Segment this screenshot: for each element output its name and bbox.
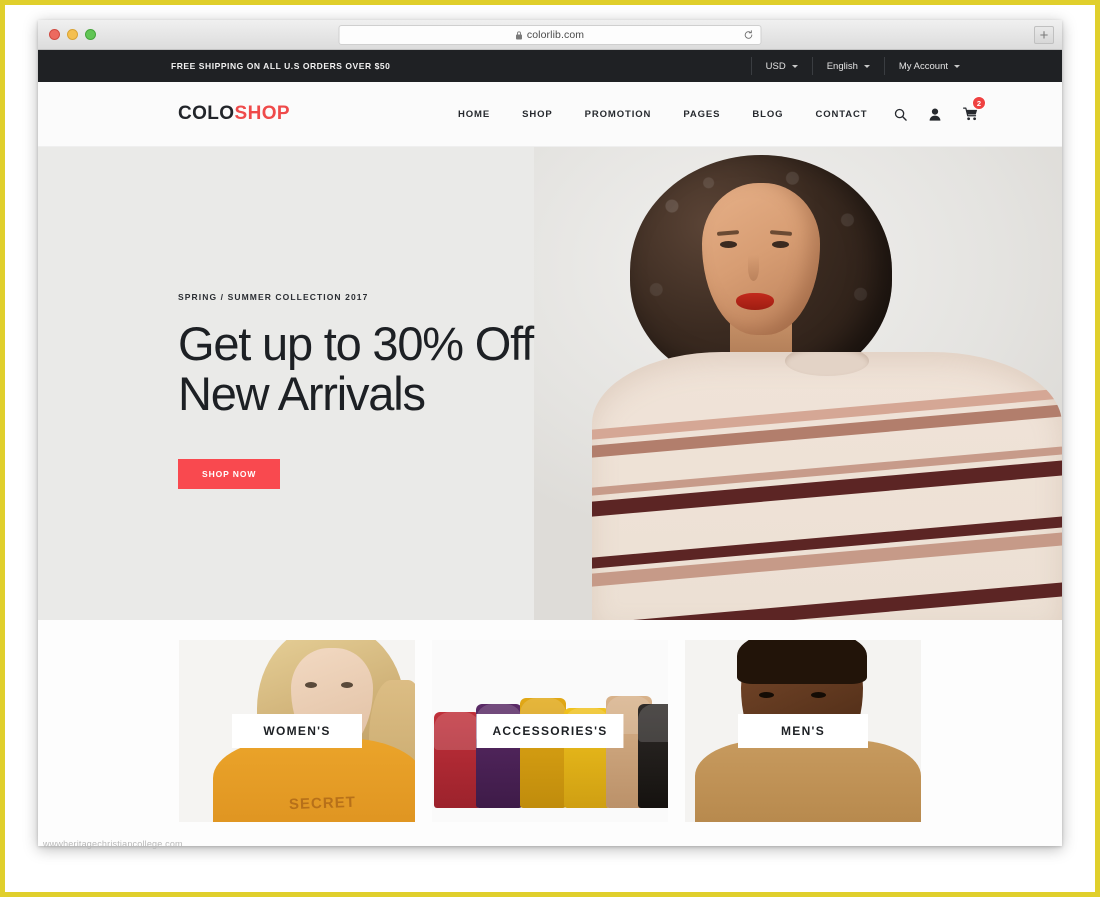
model-eye-left	[720, 241, 737, 248]
model-lips	[736, 293, 774, 310]
cart-count-badge: 2	[972, 96, 986, 110]
reload-icon[interactable]	[744, 30, 754, 40]
handbag-black	[638, 704, 668, 808]
sweater-collar	[785, 352, 869, 376]
mens-model-eye-right	[811, 692, 826, 698]
my-account-menu[interactable]: My Account	[885, 57, 960, 75]
nav-item-shop[interactable]: SHOP	[522, 109, 553, 120]
womens-model-eye-left	[305, 682, 317, 688]
chevron-down-icon	[954, 64, 960, 68]
nav-item-pages[interactable]: PAGES	[683, 109, 720, 120]
url-text: colorlib.com	[526, 29, 585, 41]
main-navigation: HOME SHOP PROMOTION PAGES BLOG CONTACT	[458, 109, 867, 120]
lock-icon	[516, 30, 523, 40]
shop-now-button[interactable]: SHOP NOW	[178, 458, 281, 489]
site-header: COLOSHOP HOME SHOP PROMOTION PAGES BLOG …	[38, 82, 1062, 147]
hero-banner: SPRING / SUMMER COLLECTION 2017 Get up t…	[38, 147, 1062, 620]
currency-label: USD	[765, 60, 786, 72]
currency-selector[interactable]: USD	[750, 57, 813, 75]
womens-shirt-print: SECRET	[288, 793, 357, 814]
watermark-text: wwwheritagechristiancollege.com	[43, 839, 183, 849]
model-nose	[748, 255, 759, 281]
minimize-window-button[interactable]	[67, 29, 78, 40]
nav-item-blog[interactable]: BLOG	[752, 109, 783, 120]
category-card-mens[interactable]: MEN'S	[685, 640, 921, 822]
close-window-button[interactable]	[49, 29, 60, 40]
category-cards: SECRET WOMEN'S ACCESSORIES'S MEN'S	[38, 620, 1062, 846]
header-action-icons: 2	[894, 96, 986, 121]
user-icon[interactable]	[929, 108, 941, 121]
mens-model-hair	[737, 640, 867, 684]
hero-text-block: SPRING / SUMMER COLLECTION 2017 Get up t…	[178, 292, 534, 489]
model-striped-sweater	[592, 352, 1062, 620]
shipping-notice: FREE SHIPPING ON ALL U.S ORDERS OVER $50	[171, 61, 391, 71]
language-selector[interactable]: English	[813, 57, 885, 75]
logo-part-shop: SHOP	[234, 103, 290, 124]
nav-item-contact[interactable]: CONTACT	[815, 109, 867, 120]
browser-chrome: colorlib.com +	[38, 20, 1062, 50]
category-label-accessories: ACCESSORIES'S	[476, 714, 624, 748]
my-account-label: My Account	[898, 60, 948, 72]
site-logo[interactable]: COLOSHOP	[178, 103, 290, 125]
mens-model-eye-left	[759, 692, 774, 698]
address-bar[interactable]: colorlib.com	[338, 25, 762, 45]
logo-part-colo: COLO	[178, 103, 235, 124]
maximize-window-button[interactable]	[85, 29, 96, 40]
model-eye-right	[772, 241, 789, 248]
womens-model-eye-right	[341, 682, 353, 688]
category-card-womens[interactable]: SECRET WOMEN'S	[179, 640, 415, 822]
language-label: English	[826, 60, 858, 72]
browser-window: colorlib.com + FREE SHIPPING ON ALL U.S …	[38, 20, 1062, 846]
window-traffic-lights[interactable]	[49, 29, 96, 40]
category-label-womens: WOMEN'S	[232, 714, 362, 748]
category-card-accessories[interactable]: ACCESSORIES'S	[432, 640, 668, 822]
handbag-red	[434, 712, 480, 808]
mens-model-jacket	[695, 740, 921, 822]
hero-title-line-2: New Arrivals	[178, 366, 426, 420]
nav-item-home[interactable]: HOME	[458, 109, 490, 120]
chevron-down-icon	[791, 64, 798, 68]
page-viewport: FREE SHIPPING ON ALL U.S ORDERS OVER $50…	[38, 50, 1062, 846]
new-tab-button[interactable]: +	[1034, 26, 1054, 44]
hero-model-image	[534, 147, 1062, 620]
top-utility-bar: FREE SHIPPING ON ALL U.S ORDERS OVER $50…	[38, 50, 1062, 82]
hero-title-line-1: Get up to 30% Off	[178, 317, 534, 370]
chevron-down-icon	[863, 64, 870, 68]
hero-title: Get up to 30% Off New Arrivals	[178, 317, 534, 420]
top-bar-options: USD English My Account	[750, 50, 960, 82]
cart-icon[interactable]: 2	[963, 96, 986, 121]
nav-item-promotion[interactable]: PROMOTION	[585, 109, 652, 120]
category-label-mens: MEN'S	[738, 714, 868, 748]
hero-kicker: SPRING / SUMMER COLLECTION 2017	[178, 292, 369, 302]
search-icon[interactable]	[894, 108, 907, 121]
